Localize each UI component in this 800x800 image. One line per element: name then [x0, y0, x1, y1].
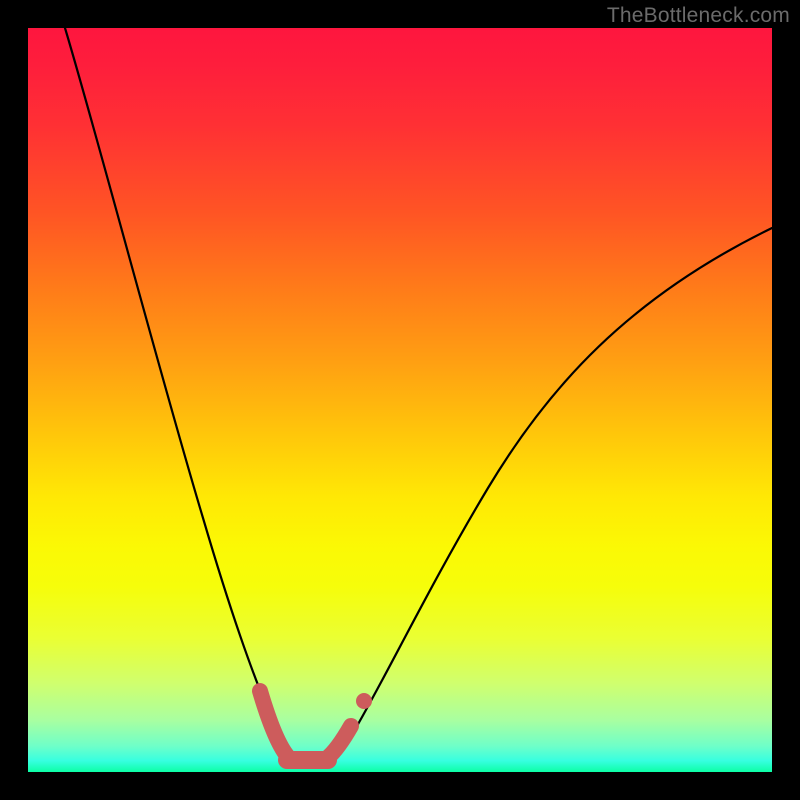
highlight-endpoint-dot — [356, 693, 372, 709]
curve-overlay — [28, 28, 772, 772]
highlight-left-slope — [260, 691, 289, 758]
watermark-text: TheBottleneck.com — [607, 4, 790, 28]
highlight-right-slope — [326, 726, 351, 759]
bottleneck-curve — [65, 28, 772, 763]
chart-canvas: TheBottleneck.com — [0, 0, 800, 800]
